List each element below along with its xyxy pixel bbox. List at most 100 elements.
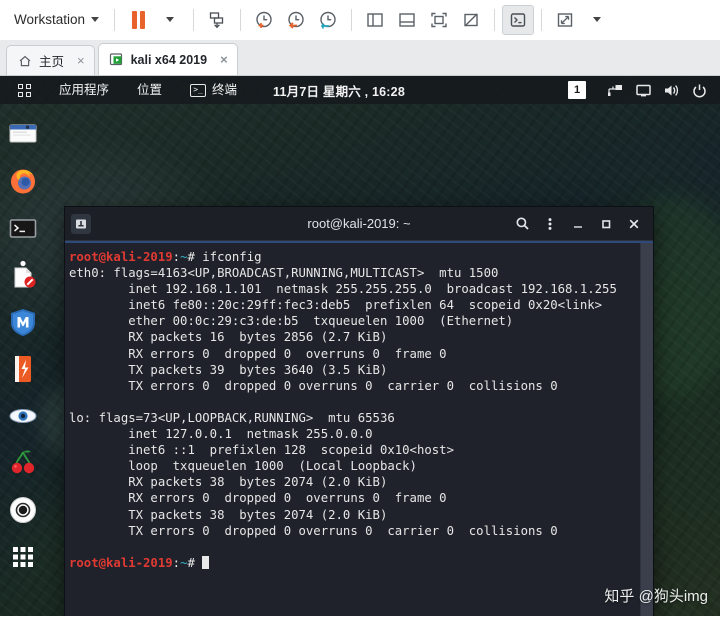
terminal-body[interactable]: root@kali-2019:~# ifconfig eth0: flags=41… xyxy=(65,243,653,616)
terminal-menu-icon[interactable] xyxy=(71,213,91,234)
whisker-menu-button[interactable] xyxy=(0,76,45,104)
search-icon xyxy=(516,217,529,230)
dock-burpsuite[interactable] xyxy=(7,259,39,291)
dock-file-manager[interactable] xyxy=(7,118,39,150)
burpsuite-icon xyxy=(14,260,36,288)
grid-menu-icon xyxy=(18,83,31,97)
chevron-down-icon xyxy=(91,17,100,22)
suspend-button[interactable] xyxy=(122,5,154,35)
revert-snapshot-button[interactable] xyxy=(248,5,280,35)
vm-play-icon xyxy=(109,52,124,67)
tab-home-close-icon[interactable]: × xyxy=(77,53,85,68)
prompt-colon: : xyxy=(172,250,181,264)
firefox-icon xyxy=(11,169,35,194)
menu-button[interactable] xyxy=(537,211,563,237)
chevron-down-icon xyxy=(593,17,602,22)
terminal-icon: >_ xyxy=(190,83,207,97)
places-menu[interactable]: 位置 xyxy=(123,76,176,104)
tab-kali[interactable]: kali x64 2019 × xyxy=(97,43,238,75)
scrollbar-thumb[interactable] xyxy=(641,243,653,616)
snapshot-icon xyxy=(209,11,224,28)
home-icon xyxy=(17,53,32,68)
panel-clock[interactable]: 11月7日 星期六 , 16:28 xyxy=(251,81,415,100)
wireshark-icon xyxy=(9,409,37,423)
toolbar-divider xyxy=(193,8,195,31)
terminal-command: ifconfig xyxy=(194,250,262,264)
tab-kali-close-icon[interactable]: × xyxy=(220,52,228,67)
unity-button[interactable] xyxy=(455,5,487,35)
search-button[interactable] xyxy=(509,211,535,237)
dock-terminal[interactable] xyxy=(7,212,39,244)
terminal-launcher[interactable]: >_ 终端 xyxy=(176,76,251,104)
terminal-scrollbar[interactable] xyxy=(640,243,653,616)
toolbar-divider xyxy=(494,8,496,31)
console-view-button[interactable] xyxy=(502,4,535,35)
prompt-user: root@kali-2019 xyxy=(69,250,173,264)
fullscreen-icon xyxy=(431,12,447,27)
close-button[interactable] xyxy=(621,211,647,237)
terminal-output[interactable]: root@kali-2019:~# ifconfig eth0: flags=41… xyxy=(65,243,640,616)
tab-home-label: 主页 xyxy=(39,55,65,69)
applications-label: 应用程序 xyxy=(59,83,110,97)
stretch-button[interactable] xyxy=(549,5,581,35)
show-library-button[interactable] xyxy=(359,5,391,35)
terminal-window: root@kali-2019: ~ root@kali-2019:~# ifco… xyxy=(64,206,654,616)
tab-home[interactable]: 主页 × xyxy=(6,45,95,75)
dock-show-applications[interactable] xyxy=(7,541,39,573)
terminal-output-line: loop txqueuelen 1000 (Local Loopback) xyxy=(69,459,417,474)
cherrytree-icon xyxy=(11,450,35,474)
terminal-output-line: RX packets 38 bytes 2074 (2.0 KiB) xyxy=(69,475,388,490)
manage-snapshots-button[interactable] xyxy=(280,5,312,35)
terminal-prompt-line: root@kali-2019:~# xyxy=(69,555,640,571)
workstation-menu[interactable]: Workstation xyxy=(8,8,107,31)
clock-back-icon xyxy=(288,11,304,29)
snapshot-manager-button[interactable] xyxy=(312,5,344,35)
close-icon xyxy=(629,219,639,228)
display-icon[interactable] xyxy=(630,76,656,104)
minimize-button[interactable] xyxy=(565,211,591,237)
volume-icon[interactable] xyxy=(658,76,684,104)
prompt-colon: : xyxy=(172,555,181,570)
dock-armitage[interactable] xyxy=(7,353,39,385)
terminal-titlebar[interactable]: root@kali-2019: ~ xyxy=(65,207,653,241)
stretch-dropdown[interactable] xyxy=(581,5,613,35)
panel-tray: 1 xyxy=(568,76,720,104)
workspace-switcher[interactable]: 1 xyxy=(568,81,586,99)
dock-wireshark[interactable] xyxy=(7,400,39,432)
terminal-output-line: inet 192.168.1.101 netmask 255.255.255.0… xyxy=(69,282,617,297)
clock-plus-icon xyxy=(256,11,272,28)
terminal-output-line: inet 127.0.0.1 netmask 255.0.0.0 xyxy=(69,427,373,442)
metasploit-icon xyxy=(11,309,35,336)
watermark: 知乎 @狗头img xyxy=(604,588,708,605)
network-manager-icon[interactable] xyxy=(602,76,628,104)
bottom-panel-layout-icon xyxy=(399,12,415,27)
show-thumbnails-button[interactable] xyxy=(391,5,423,35)
dock-firefox[interactable] xyxy=(7,165,39,197)
toolbar-divider xyxy=(541,8,543,31)
tab-kali-label: kali x64 2019 xyxy=(130,52,208,67)
dock-recordmydesktop[interactable] xyxy=(7,494,39,526)
applications-menu[interactable]: 应用程序 xyxy=(45,76,123,104)
power-icon[interactable] xyxy=(686,76,712,104)
armitage-icon xyxy=(15,356,31,382)
terminal-output-line: inet6 ::1 prefixlen 128 scopeid 0x10<hos… xyxy=(69,443,454,458)
maximize-button[interactable] xyxy=(593,211,619,237)
terminal-output-line: lo: flags=73<UP,LOOPBACK,RUNNING> mtu 65… xyxy=(69,410,395,425)
titlebar-buttons xyxy=(509,211,647,237)
desktop-dock xyxy=(0,104,46,616)
fullscreen-button[interactable] xyxy=(423,5,455,35)
dock-metasploit[interactable] xyxy=(7,306,39,338)
terminal-label: 终端 xyxy=(212,83,238,97)
snapshot-button[interactable] xyxy=(201,5,233,35)
dock-cherrytree[interactable] xyxy=(7,447,39,479)
prompt-user: root@kali-2019 xyxy=(69,555,173,570)
terminal-output-line: eth0: flags=4163<UP,BROADCAST,RUNNING,MU… xyxy=(69,266,499,281)
xfce-top-panel: 应用程序 位置 >_ 终端 11月7日 星期六 , 16:28 1 xyxy=(0,76,720,104)
terminal-output-line: TX packets 39 bytes 3640 (3.5 KiB) xyxy=(69,362,388,377)
file-manager-icon xyxy=(9,124,37,143)
titlebar-left-group xyxy=(71,213,91,234)
apps-grid-icon xyxy=(13,547,33,567)
terminal-output-line: RX packets 16 bytes 2856 (2.7 KiB) xyxy=(69,330,388,345)
suspend-dropdown[interactable] xyxy=(154,5,186,35)
prompt-hash: # xyxy=(187,250,195,264)
